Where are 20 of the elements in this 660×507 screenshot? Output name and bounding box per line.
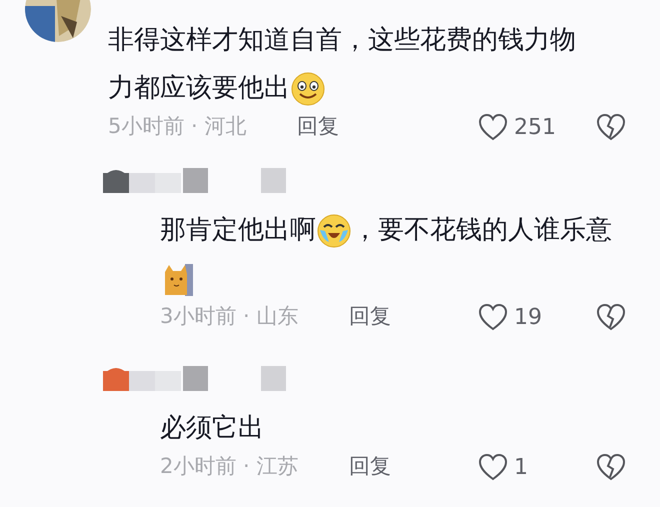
- comment-text: 非得这样才知道自首，这些花费的钱力物力都应该要他出: [108, 16, 580, 112]
- broken-heart-icon[interactable]: [596, 113, 626, 141]
- like-heart-icon[interactable]: [478, 303, 508, 331]
- reply-link[interactable]: 回复: [349, 301, 391, 333]
- reply-link[interactable]: 回复: [349, 451, 391, 483]
- broken-heart-icon[interactable]: [596, 303, 626, 331]
- reply-link[interactable]: 回复: [297, 111, 339, 143]
- comment-text: 那肯定他出啊 ，要不花钱的人谁乐意: [160, 206, 632, 302]
- comment-text: 必须它出: [160, 412, 265, 445]
- like-count: 1: [514, 454, 528, 482]
- like-count: 251: [514, 114, 556, 142]
- broken-heart-icon[interactable]: [596, 453, 626, 481]
- time-location: 2小时前 · 江苏: [160, 453, 300, 480]
- crying-laughing-emoji-icon: [317, 214, 351, 248]
- time-location: 3小时前 · 山东: [160, 303, 300, 330]
- like-count: 19: [514, 304, 542, 332]
- time-location: 5小时前 · 河北: [108, 113, 248, 140]
- like-heart-icon[interactable]: [478, 113, 508, 141]
- like-heart-icon[interactable]: [478, 453, 508, 481]
- smiling-emoji-icon: [291, 72, 325, 106]
